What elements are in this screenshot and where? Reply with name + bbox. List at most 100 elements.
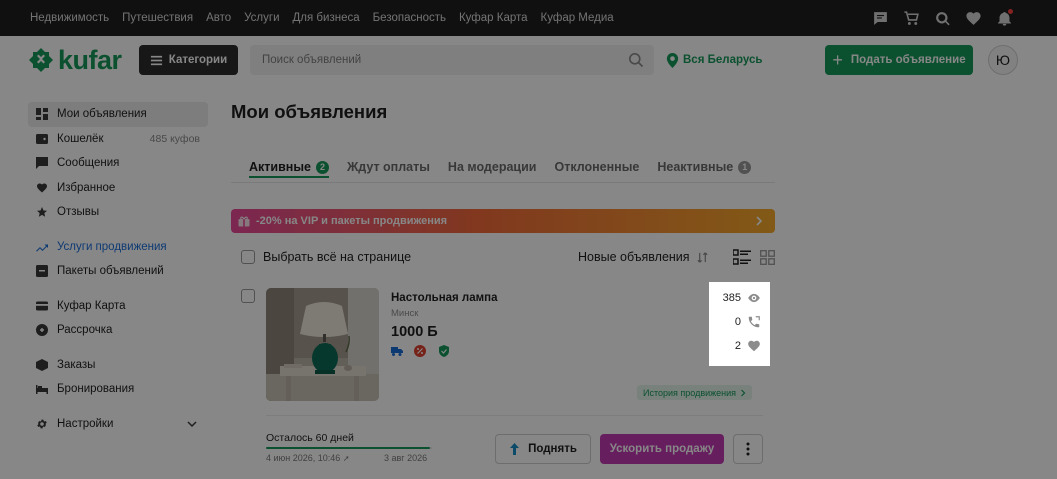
- chevron-right-icon: [756, 216, 763, 226]
- select-all[interactable]: Выбрать всё на странице: [241, 250, 411, 264]
- tab-label: Неактивные: [657, 160, 734, 174]
- card-icon: [36, 301, 48, 311]
- more-vertical-icon: [746, 442, 750, 456]
- post-ad-button[interactable]: + Подать объявление: [825, 45, 973, 75]
- sidebar-item-label: Кошелёк: [57, 132, 104, 145]
- sidebar-item-label: Настройки: [57, 417, 114, 430]
- top-nav-link[interactable]: Услуги: [244, 12, 279, 24]
- tab-label: На модерации: [447, 160, 537, 174]
- listing-progress: [266, 447, 432, 449]
- list-view-icon[interactable]: [733, 249, 751, 266]
- chat-icon[interactable]: [871, 9, 889, 27]
- box-icon: [36, 358, 48, 371]
- categories-button[interactable]: Категории: [139, 45, 238, 75]
- sidebar-item-label: Бронирования: [57, 383, 135, 396]
- sidebar-item-reviews[interactable]: Отзывы: [28, 200, 208, 225]
- discount-icon: [414, 345, 426, 357]
- sidebar-item-label: Заказы: [57, 358, 96, 371]
- favorites-count: 2: [734, 340, 741, 352]
- arrow-up-icon: [510, 443, 520, 455]
- arrow-icon: ➚: [342, 454, 350, 463]
- tabs-divider: [231, 182, 775, 183]
- grid-view-icon[interactable]: [760, 250, 775, 265]
- boost-sale-button[interactable]: Ускорить продажу: [600, 434, 724, 464]
- location-pin-icon: [666, 52, 679, 68]
- search-icon[interactable]: [628, 52, 644, 68]
- categories-label: Категории: [168, 54, 228, 66]
- logo[interactable]: kufar: [28, 46, 122, 74]
- date-end: 3 авг 2026: [384, 453, 428, 463]
- page-title: Мои объявления: [231, 101, 388, 122]
- top-bar: Недвижимость Путешествия Авто Услуги Для…: [0, 0, 1057, 36]
- sidebar-item-label: Сообщения: [57, 157, 120, 170]
- select-all-checkbox[interactable]: [241, 250, 255, 264]
- top-nav-link[interactable]: Недвижимость: [30, 12, 109, 24]
- sidebar-item-orders[interactable]: Заказы: [28, 353, 208, 378]
- sidebar-item-promotion-services[interactable]: Услуги продвижения: [28, 235, 208, 260]
- top-nav-link[interactable]: Для бизнеса: [293, 12, 360, 24]
- tab-label: Активные: [249, 160, 311, 174]
- sort-dropdown[interactable]: Новые объявления: [578, 250, 709, 264]
- top-nav-link[interactable]: Куфар Медиа: [541, 12, 614, 24]
- avatar[interactable]: Ю: [988, 45, 1018, 75]
- sidebar-item-label: Избранное: [57, 181, 116, 194]
- post-ad-label: Подать объявление: [850, 54, 966, 66]
- tab-count-badge: 2: [315, 160, 329, 174]
- cart-icon[interactable]: [902, 9, 920, 27]
- sidebar-item-my-ads[interactable]: Мои объявления: [28, 102, 208, 127]
- gift-icon: [238, 216, 250, 227]
- top-nav-link[interactable]: Путешествия: [122, 12, 193, 24]
- card-divider: [266, 415, 763, 416]
- top-nav-link[interactable]: Безопасность: [373, 12, 446, 24]
- search-chat-icon[interactable]: [933, 9, 951, 27]
- sidebar-item-wallet[interactable]: Кошелёк 485 куфов: [28, 127, 208, 152]
- bed-icon: [36, 385, 48, 395]
- listing-photo[interactable]: [266, 288, 379, 401]
- bell-icon[interactable]: [995, 9, 1013, 27]
- listing-title[interactable]: Настольная лампа: [391, 292, 498, 304]
- sidebar-item-label: Мои объявления: [57, 108, 147, 121]
- top-nav-link[interactable]: Авто: [206, 12, 231, 24]
- dim-overlay: [770, 282, 1057, 366]
- listing-progress-fill: [266, 447, 431, 449]
- plus-icon: +: [832, 50, 843, 70]
- shield-check-icon: [439, 345, 449, 357]
- listing-stats: 385 0 2: [709, 282, 770, 366]
- raise-label: Поднять: [528, 443, 577, 455]
- location-selector[interactable]: Вся Беларусь: [666, 52, 762, 68]
- heart-icon: [37, 183, 47, 193]
- tab-count-badge: 1: [738, 160, 752, 174]
- sidebar-item-ad-packages[interactable]: Пакеты объявлений: [28, 259, 208, 284]
- sidebar-item-label: Рассрочка: [57, 324, 113, 337]
- chevron-right-icon: [741, 389, 746, 396]
- promotion-history-link[interactable]: История продвижения: [637, 385, 753, 400]
- favorites-stat: 2: [709, 339, 761, 353]
- installment-icon: [36, 324, 48, 337]
- sidebar-item-label: Отзывы: [57, 206, 100, 219]
- sidebar-item-installment[interactable]: Рассрочка: [28, 318, 208, 343]
- promo-banner[interactable]: -20% на VIP и пакеты продвижения: [231, 209, 775, 233]
- listing-checkbox[interactable]: [241, 289, 255, 303]
- sidebar-item-favorites[interactable]: Избранное: [28, 176, 208, 201]
- sidebar-item-label: Пакеты объявлений: [57, 265, 164, 278]
- top-nav-link[interactable]: Куфар Карта: [459, 12, 528, 24]
- sidebar-item-kufar-card[interactable]: Куфар Карта: [28, 294, 208, 319]
- sidebar-item-bookings[interactable]: Бронирования: [28, 377, 208, 402]
- heart-icon[interactable]: [964, 9, 982, 27]
- menu-icon: [150, 55, 162, 65]
- select-all-label: Выбрать всё на странице: [263, 250, 412, 264]
- sidebar-item-messages[interactable]: Сообщения: [28, 151, 208, 176]
- promo-banner-text: -20% на VIP и пакеты продвижения: [256, 215, 448, 227]
- calls-count: 0: [734, 316, 741, 328]
- raise-button[interactable]: Поднять: [495, 434, 591, 464]
- sidebar-item-label: Куфар Карта: [57, 299, 126, 312]
- package-icon: [36, 265, 48, 278]
- views-count: 385: [722, 292, 741, 304]
- location-label: Вся Беларусь: [683, 54, 763, 66]
- tab-label: Отклоненные: [554, 160, 640, 174]
- heart-icon: [748, 340, 760, 352]
- search-input[interactable]: [250, 45, 628, 75]
- notification-dot: [1008, 9, 1013, 14]
- sidebar-item-settings[interactable]: Настройки: [28, 412, 208, 437]
- more-options-button[interactable]: [733, 434, 763, 464]
